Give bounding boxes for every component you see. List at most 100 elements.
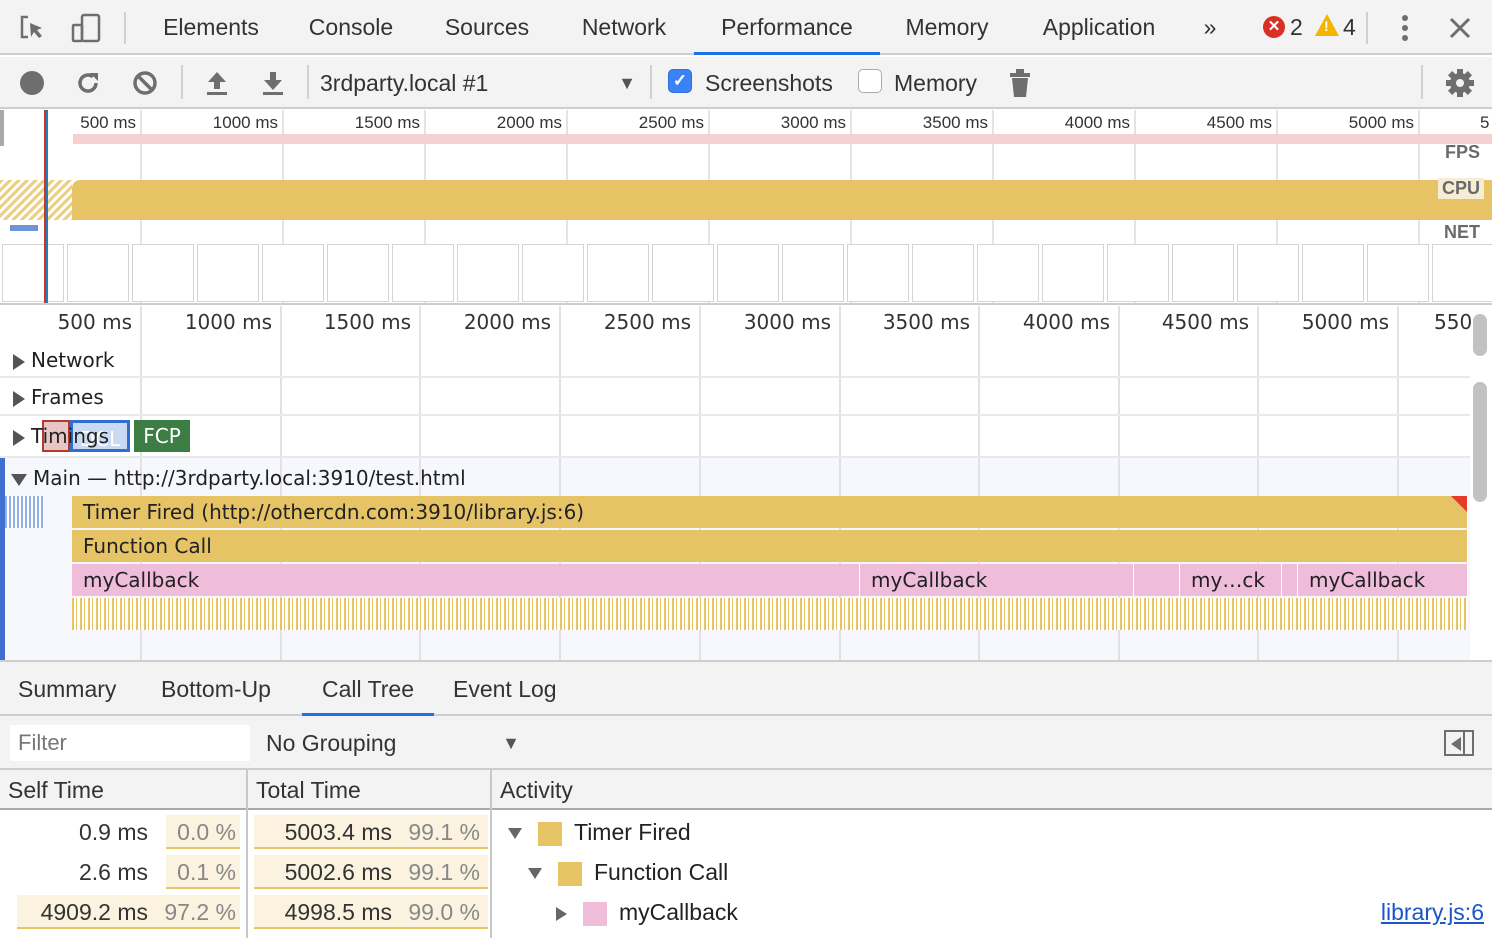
event-mycallback[interactable]: my…ck — [1180, 564, 1282, 596]
tab-memory[interactable]: Memory — [892, 0, 1002, 55]
tab-network[interactable]: Network — [566, 0, 682, 55]
cpu-usage-area — [72, 180, 1492, 220]
clear-icon[interactable] — [129, 67, 161, 99]
self-time-value: 0.9 ms — [78, 819, 148, 845]
track-main[interactable]: Main — http://3rdparty.local:3910/test.h… — [0, 460, 1470, 496]
screenshots-label[interactable]: Screenshots — [705, 63, 833, 103]
activity-cell[interactable]: Function Call — [528, 852, 728, 892]
toggle-sidebar-icon[interactable] — [1444, 730, 1474, 756]
event-function-call[interactable]: Function Call — [72, 530, 1468, 562]
track-network[interactable]: Network — [0, 342, 1470, 378]
screenshot-thumbnail[interactable] — [132, 244, 194, 302]
tab-call-tree[interactable]: Call Tree — [302, 662, 434, 716]
screenshot-thumbnail[interactable] — [1237, 244, 1299, 302]
column-total-time[interactable]: Total Time — [248, 770, 361, 810]
tab-console[interactable]: Console — [296, 0, 406, 55]
tab-elements[interactable]: Elements — [150, 0, 272, 55]
call-tree-row[interactable]: 0.9 ms 0.0 % 5003.4 ms 99.1 % Timer Fired — [0, 812, 1492, 852]
grouping-select[interactable]: No Grouping ▼ — [258, 725, 528, 761]
collapse-icon[interactable] — [508, 828, 522, 840]
screenshot-thumbnail[interactable] — [587, 244, 649, 302]
column-divider[interactable] — [490, 770, 492, 938]
flame-chart[interactable]: 500 ms 1000 ms 1500 ms 2000 ms 2500 ms 3000 m… — [0, 306, 1492, 662]
inspect-element-icon[interactable] — [17, 12, 49, 44]
screenshots-checkbox[interactable]: ✓ — [668, 69, 692, 93]
expand-icon[interactable] — [556, 906, 567, 921]
event-timer-fired[interactable]: Timer Fired (http://othercdn.com:3910/li… — [72, 496, 1468, 528]
tab-application[interactable]: Application — [1028, 0, 1170, 55]
flame-scrollbar-thumb[interactable] — [1473, 382, 1487, 502]
overview-left-handle[interactable] — [0, 110, 4, 146]
event-mycallback[interactable]: myCallback — [1298, 564, 1468, 596]
memory-label[interactable]: Memory — [894, 63, 977, 103]
profile-select[interactable]: 3rdparty.local #1 ▼ — [312, 63, 642, 103]
screenshot-thumbnail[interactable] — [522, 244, 584, 302]
screenshot-thumbnail[interactable] — [392, 244, 454, 302]
event-mycallback[interactable]: myCallback — [860, 564, 1134, 596]
tab-event-log[interactable]: Event Log — [453, 662, 557, 716]
screenshot-thumbnail[interactable] — [782, 244, 844, 302]
trash-icon[interactable] — [1004, 67, 1036, 99]
column-divider[interactable] — [246, 770, 248, 938]
screenshot-thumbnail[interactable] — [457, 244, 519, 302]
device-toolbar-icon[interactable] — [70, 12, 102, 44]
call-tree-row[interactable]: 4909.2 ms 97.2 % 4998.5 ms 99.0 % myCallback… — [0, 892, 1492, 932]
self-time-percent: 0.1 % — [177, 859, 236, 885]
screenshot-thumbnail[interactable] — [1432, 244, 1492, 302]
error-icon[interactable]: ✕ — [1263, 16, 1285, 38]
settings-gear-icon[interactable] — [1444, 67, 1476, 99]
warning-count[interactable]: 4 — [1343, 0, 1356, 55]
screenshot-thumbnail[interactable] — [912, 244, 974, 302]
screenshot-thumbnail[interactable] — [262, 244, 324, 302]
record-button[interactable] — [16, 67, 48, 99]
column-self-time[interactable]: Self Time — [0, 770, 104, 810]
toolbar-divider — [307, 65, 309, 99]
close-icon[interactable] — [1444, 12, 1476, 44]
screenshot-thumbnail[interactable] — [1042, 244, 1104, 302]
event-mycallback[interactable] — [1134, 564, 1180, 596]
more-tabs-button[interactable]: » — [1194, 0, 1226, 55]
overview-tick-label: 500 ms — [80, 113, 136, 132]
screenshot-thumbnail[interactable] — [977, 244, 1039, 302]
reload-profile-button[interactable] — [72, 67, 104, 99]
screenshot-thumbnail[interactable] — [717, 244, 779, 302]
activity-cell[interactable]: myCallback — [556, 892, 738, 932]
screenshot-thumbnail[interactable] — [1367, 244, 1429, 302]
flame-scrollbar-upper[interactable] — [1473, 314, 1487, 356]
warning-icon[interactable]: ! — [1315, 14, 1339, 36]
timeline-overview[interactable]: 500 ms 1000 ms 1500 ms 2000 ms 2500 ms 3000 m… — [0, 110, 1492, 305]
screenshot-thumbnail[interactable] — [67, 244, 129, 302]
event-mycallback[interactable] — [1282, 564, 1298, 596]
column-activity[interactable]: Activity — [492, 770, 573, 810]
overview-tick-label: 1500 ms — [354, 113, 420, 132]
track-label: Network — [31, 348, 115, 372]
call-tree-row[interactable]: 2.6 ms 0.1 % 5002.6 ms 99.1 % Function Call — [0, 852, 1492, 892]
collapse-icon[interactable] — [528, 868, 542, 880]
activity-cell[interactable]: Timer Fired — [508, 812, 691, 852]
error-count[interactable]: 2 — [1290, 0, 1303, 55]
screenshot-thumbnail[interactable] — [327, 244, 389, 302]
save-profile-icon[interactable] — [257, 67, 289, 99]
memory-checkbox[interactable] — [858, 69, 882, 93]
load-profile-icon[interactable] — [201, 67, 233, 99]
tab-bottom-up[interactable]: Bottom-Up — [161, 662, 271, 716]
tab-sources[interactable]: Sources — [430, 0, 544, 55]
grouping-value: No Grouping — [266, 730, 397, 756]
net-label: NET — [1444, 222, 1480, 242]
event-mycallback[interactable]: myCallback — [72, 564, 860, 596]
track-frames[interactable]: Frames — [0, 378, 1470, 416]
screenshot-thumbnail[interactable] — [2, 244, 64, 302]
window-left-marker-edge[interactable] — [46, 110, 48, 303]
screenshot-thumbnail[interactable] — [652, 244, 714, 302]
kebab-menu-icon[interactable] — [1389, 12, 1421, 44]
source-link[interactable]: library.js:6 — [1381, 892, 1484, 932]
tab-performance[interactable]: Performance — [694, 0, 880, 55]
filter-input[interactable] — [10, 725, 250, 761]
screenshot-thumbnail[interactable] — [197, 244, 259, 302]
screenshot-thumbnail[interactable] — [1302, 244, 1364, 302]
screenshot-thumbnail[interactable] — [847, 244, 909, 302]
screenshot-thumbnail[interactable] — [1107, 244, 1169, 302]
screenshot-thumbnail[interactable] — [1172, 244, 1234, 302]
tab-summary[interactable]: Summary — [18, 662, 116, 716]
track-timings[interactable]: Timings — [0, 418, 1470, 454]
